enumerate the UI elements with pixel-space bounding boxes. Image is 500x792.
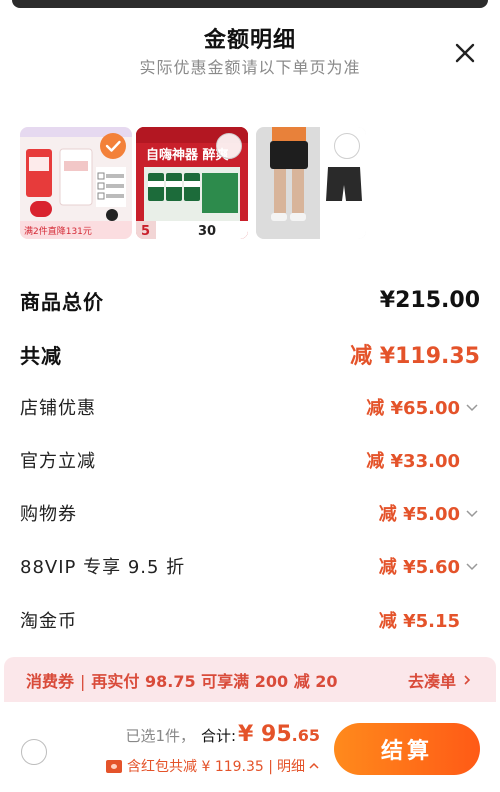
add-items-link[interactable]: 去凑单 — [408, 668, 474, 692]
discount-item-label: 店铺优惠 — [20, 398, 96, 419]
chevron-down-icon[interactable] — [464, 505, 480, 521]
close-icon[interactable] — [450, 38, 480, 68]
discount-item-label: 淘金币 — [20, 611, 77, 632]
chevron-down-icon[interactable] — [464, 558, 480, 574]
chevron-down-icon[interactable] — [464, 399, 480, 415]
discount-item-row[interactable]: 88VIP 专享 9.5 折 减 ¥5.60 — [20, 546, 480, 586]
amount-dec: .65 — [291, 726, 320, 745]
discount-item-label: 官方立减 — [20, 451, 96, 472]
coupon-info: 消费券 | 再实付 98.75 可享满 200 减 20 — [26, 668, 338, 692]
discount-item-label: 购物券 — [20, 504, 77, 525]
product-2-checkbox[interactable] — [216, 133, 242, 159]
discount-item-value: 减 ¥5.00 — [378, 504, 460, 525]
detail-label: 明细 — [277, 759, 305, 775]
total-label: 商品总价 — [20, 289, 104, 314]
selected-count: 已选1件， — [125, 727, 195, 745]
sheet-header: 金额明细 实际优惠金额请以下单页为准 — [0, 0, 500, 100]
amount-int: 95 — [261, 722, 292, 747]
discount-item-value: 减 ¥65.00 — [366, 398, 460, 419]
product-3-checkbox[interactable] — [334, 133, 360, 159]
chevron-right-icon — [464, 674, 471, 685]
detail-toggle[interactable]: 明细 — [273, 756, 320, 776]
currency-symbol: ¥ — [238, 722, 254, 747]
discount-item-value-wrap: 减 ¥5.60 — [379, 553, 480, 579]
discount-item-row[interactable]: 购物券 减 ¥5.00 — [20, 493, 480, 533]
product-thumbnails: 满2件直降131元 自嗨神器 醉爽 5 30 — [20, 127, 480, 239]
red-packet-line: 含红包共减 ¥ 119.35 | 明细 — [106, 756, 320, 776]
discount-item-row: 淘金币 减 ¥5.15 — [20, 600, 480, 640]
product-1-checkbox[interactable] — [100, 133, 126, 159]
product-thumb-1[interactable]: 满2件直降131元 — [20, 127, 132, 239]
divider: | — [80, 671, 86, 691]
discount-item-value-wrap: 减 ¥5.00 — [379, 500, 480, 526]
coupon-tag: 消费券 — [26, 671, 75, 691]
total-row: 商品总价 ¥215.00 — [20, 280, 480, 320]
add-items-label: 去凑单 — [407, 671, 456, 691]
red-packet-icon — [106, 759, 123, 773]
checkout-bar: 已选1件， 合计: ¥ 95.65 含红包共减 ¥ 119.35 | 明细 结算 — [0, 702, 500, 792]
total-value: ¥215.00 — [379, 287, 480, 313]
discount-item-value: 减 ¥33.00 — [366, 451, 460, 472]
discount-label: 共减 — [20, 343, 62, 368]
discount-value: 减 ¥119.35 — [350, 344, 480, 369]
total-amount: ¥ 95.65 — [238, 722, 320, 747]
checkout-button[interactable]: 结算 — [334, 723, 480, 775]
coupon-text: 再实付 98.75 可享满 200 减 20 — [91, 671, 338, 691]
discount-item-row[interactable]: 店铺优惠 减 ¥65.00 — [20, 387, 480, 427]
select-all-radio[interactable] — [21, 739, 47, 765]
discount-item-value-wrap: 减 ¥33.00 — [366, 447, 480, 473]
chevron-up-icon — [309, 762, 319, 769]
product-thumb-3[interactable] — [256, 127, 366, 239]
product-1-badge: 满2件直降131元 — [24, 225, 92, 237]
product-2-price-left: 5 — [141, 224, 150, 239]
product-2-price-right: 30 — [198, 224, 216, 239]
discount-item-row: 官方立减 减 ¥33.00 — [20, 440, 480, 480]
discount-item-value-wrap: 减 ¥5.15 — [379, 607, 480, 633]
product-thumb-2[interactable]: 自嗨神器 醉爽 5 30 — [136, 127, 248, 239]
page-subtitle: 实际优惠金额请以下单页为准 — [139, 58, 361, 77]
discount-item-value: 减 ¥5.60 — [378, 557, 460, 578]
discount-item-value: 减 ¥5.15 — [378, 611, 460, 632]
sum-line: 已选1件， 合计: ¥ 95.65 — [125, 722, 320, 747]
total-label: 合计: — [200, 727, 237, 745]
page-title: 金额明细 — [203, 28, 296, 53]
discount-item-value-wrap: 减 ¥65.00 — [366, 394, 480, 420]
discount-row: 共减 减 ¥119.35 — [20, 334, 480, 374]
discount-item-label: 88VIP 专享 9.5 折 — [20, 557, 186, 578]
check-icon — [105, 140, 121, 152]
red-packet-text: 含红包共减 ¥ 119.35 | — [127, 759, 273, 775]
coupon-banner[interactable]: 消费券 | 再实付 98.75 可享满 200 减 20 去凑单 — [4, 657, 496, 702]
